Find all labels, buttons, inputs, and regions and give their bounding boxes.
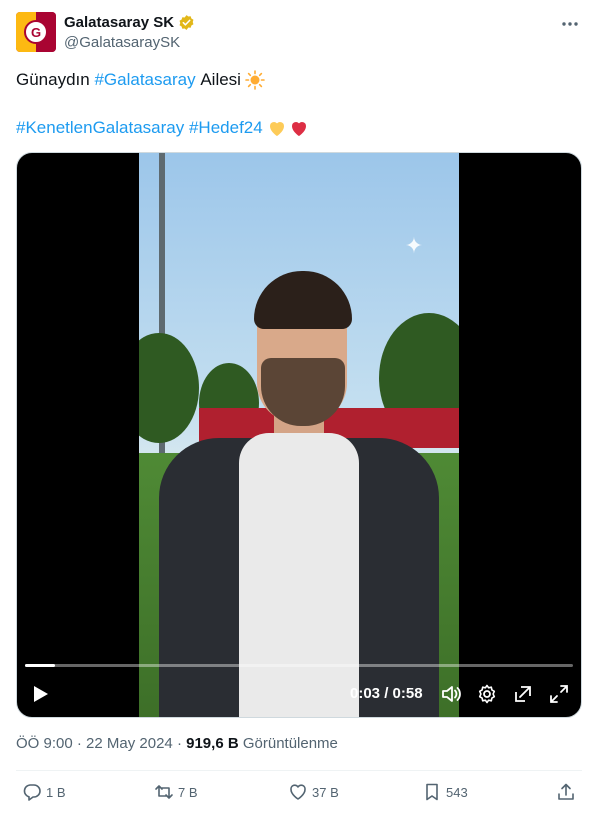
video-player[interactable]: ✦ 0:03 / 0:58 [16,152,582,718]
club-watermark-icon: ✦ [404,233,424,258]
share-button[interactable] [556,782,576,802]
greeting-suffix: Ailesi [200,70,241,89]
verified-badge-icon [179,15,194,30]
avatar[interactable]: G [16,12,56,52]
display-name[interactable]: Galatasaray SK [64,14,174,31]
video-controls: 0:03 / 0:58 [17,675,581,711]
reply-count: 1 B [46,784,66,800]
meta-separator: · [176,735,182,752]
video-frame[interactable]: ✦ [139,153,459,717]
retweet-icon [155,785,173,799]
bookmark-icon [426,783,438,801]
hashtag-hedef24[interactable]: #Hedef24 [189,116,263,140]
tweet-line-2: #KenetlenGalatasaray #Hedef24 [16,116,576,140]
more-options-icon[interactable] [560,14,580,34]
tweet-header: G Galatasaray SK @GalatasaraySK [16,12,582,56]
hashtag-kenetlen[interactable]: #KenetlenGalatasaray [16,116,184,140]
video-progress-fill [25,664,56,667]
tweet-line-1: Günaydın #Galatasaray Ailesi [16,68,576,92]
greeting-text: Günaydın [16,70,90,89]
hashtag-galatasaray[interactable]: #Galatasaray [94,68,195,92]
tweet-actions: 1 B 7 B 37 B 543 [16,780,582,810]
divider [16,770,582,771]
person-hair [254,271,352,329]
share-icon [558,783,574,800]
views-label: Görüntülenme [242,735,338,752]
tweet-time[interactable]: ÖÖ 9:00 [16,735,73,752]
tweet-date[interactable]: 22 May 2024 [86,735,173,752]
video-time: 0:03 / 0:58 [350,685,423,702]
views-count: 919,6 B [186,735,239,752]
pop-out-icon[interactable] [512,683,534,705]
sun-emoji-icon [245,70,265,90]
red-heart-emoji-icon [291,122,306,136]
reply-button[interactable]: 1 B [22,782,66,802]
handle[interactable]: @GalatasaraySK [64,34,180,51]
bookmark-count: 543 [446,784,468,800]
yellow-heart-emoji-icon [269,122,284,136]
like-button[interactable]: 37 B [288,782,339,802]
reply-icon [23,784,41,801]
retweet-button[interactable]: 7 B [154,782,198,802]
meta-separator: · [76,735,82,752]
tree [139,333,199,443]
club-crest-icon: G [24,20,48,44]
fullscreen-icon[interactable] [548,683,570,705]
play-icon[interactable] [29,683,51,705]
volume-icon[interactable] [440,683,462,705]
tweet-meta: ÖÖ 9:00 · 22 May 2024 · 919,6 B Görüntül… [16,735,338,752]
heart-icon [290,784,306,800]
bookmark-button[interactable]: 543 [422,782,468,802]
video-progress-bar[interactable] [25,664,573,667]
retweet-count: 7 B [178,784,198,800]
tweet-text: Günaydın #Galatasaray Ailesi #KenetlenGa… [16,68,576,140]
like-count: 37 B [312,784,339,800]
settings-gear-icon[interactable] [476,683,498,705]
